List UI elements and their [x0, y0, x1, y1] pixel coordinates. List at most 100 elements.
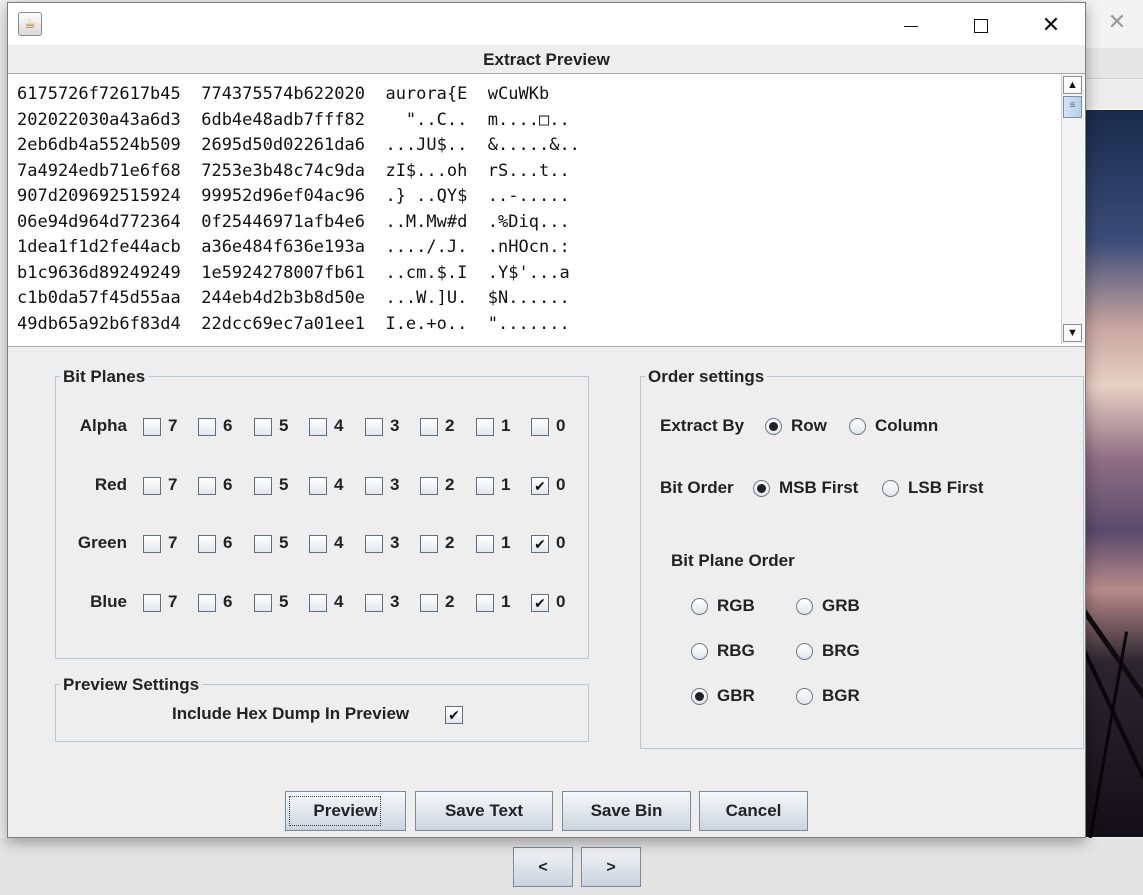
blue-bit-5-checkbox[interactable] — [254, 594, 272, 612]
red-bit-2-checkbox[interactable] — [420, 477, 438, 495]
order-bgr-label[interactable]: BGR — [822, 686, 860, 706]
green-bit-4-label[interactable]: 4 — [334, 533, 343, 553]
save-text-button[interactable]: Save Text — [415, 791, 553, 831]
blue-bit-7-checkbox[interactable] — [143, 594, 161, 612]
alpha-bit-6-label[interactable]: 6 — [223, 416, 232, 436]
order-rbg-label[interactable]: RBG — [717, 641, 755, 661]
scroll-thumb[interactable]: ≡ — [1063, 96, 1082, 118]
red-bit-0-checkbox[interactable]: ✔ — [531, 477, 549, 495]
alpha-bit-5-checkbox[interactable] — [254, 418, 272, 436]
blue-bit-3-checkbox[interactable] — [365, 594, 383, 612]
green-bit-0-label[interactable]: 0 — [556, 533, 565, 553]
alpha-bit-4-label[interactable]: 4 — [334, 416, 343, 436]
msb-first-radio[interactable] — [753, 480, 770, 497]
green-bit-0-checkbox[interactable]: ✔ — [531, 535, 549, 553]
blue-bit-0-checkbox[interactable]: ✔ — [531, 594, 549, 612]
maximize-icon[interactable] — [958, 11, 1004, 39]
green-bit-2-checkbox[interactable] — [420, 535, 438, 553]
alpha-bit-3-label[interactable]: 3 — [390, 416, 399, 436]
preview-button[interactable]: Preview — [285, 791, 406, 831]
alpha-bit-2-label[interactable]: 2 — [445, 416, 454, 436]
blue-bit-1-label[interactable]: 1 — [501, 592, 510, 612]
green-bit-1-label[interactable]: 1 — [501, 533, 510, 553]
order-rgb-label[interactable]: RGB — [717, 596, 755, 616]
preview-text-area[interactable]: 6175726f72617b45 774375574b622020 aurora… — [8, 73, 1085, 347]
green-bit-7-checkbox[interactable] — [143, 535, 161, 553]
blue-bit-2-label[interactable]: 2 — [445, 592, 454, 612]
order-gbr-radio[interactable] — [691, 688, 708, 705]
preview-scrollbar[interactable]: ▲ ≡ ▼ — [1061, 74, 1084, 344]
blue-bit-1-checkbox[interactable] — [476, 594, 494, 612]
extract-by-row-label[interactable]: Row — [791, 416, 827, 436]
extract-by-column-radio[interactable] — [849, 418, 866, 435]
alpha-bit-0-label[interactable]: 0 — [556, 416, 565, 436]
alpha-bit-5-label[interactable]: 5 — [279, 416, 288, 436]
blue-bit-5-label[interactable]: 5 — [279, 592, 288, 612]
java-cup-icon[interactable]: ☕ — [18, 12, 42, 36]
blue-bit-2-checkbox[interactable] — [420, 594, 438, 612]
red-bit-6-label[interactable]: 6 — [223, 475, 232, 495]
red-bit-2-label[interactable]: 2 — [445, 475, 454, 495]
msb-first-label[interactable]: MSB First — [779, 478, 858, 498]
scroll-down-icon[interactable]: ▼ — [1063, 324, 1082, 342]
order-bgr-radio[interactable] — [796, 688, 813, 705]
red-bit-7-checkbox[interactable] — [143, 477, 161, 495]
blue-bit-4-label[interactable]: 4 — [334, 592, 343, 612]
green-bit-7-label[interactable]: 7 — [168, 533, 177, 553]
red-bit-5-label[interactable]: 5 — [279, 475, 288, 495]
red-bit-1-checkbox[interactable] — [476, 477, 494, 495]
alpha-bit-2-checkbox[interactable] — [420, 418, 438, 436]
green-bit-2-label[interactable]: 2 — [445, 533, 454, 553]
alpha-bit-4-checkbox[interactable] — [309, 418, 327, 436]
order-rgb-radio[interactable] — [691, 598, 708, 615]
red-bit-7-label[interactable]: 7 — [168, 475, 177, 495]
scroll-up-icon[interactable]: ▲ — [1063, 76, 1082, 94]
blue-bit-6-checkbox[interactable] — [198, 594, 216, 612]
next-button[interactable]: > — [581, 847, 641, 887]
red-bit-3-checkbox[interactable] — [365, 477, 383, 495]
cancel-button[interactable]: Cancel — [699, 791, 808, 831]
green-bit-3-checkbox[interactable] — [365, 535, 383, 553]
order-grb-radio[interactable] — [796, 598, 813, 615]
alpha-bit-3-checkbox[interactable] — [365, 418, 383, 436]
green-bit-6-label[interactable]: 6 — [223, 533, 232, 553]
alpha-bit-0-checkbox[interactable] — [531, 418, 549, 436]
blue-bit-6-label[interactable]: 6 — [223, 592, 232, 612]
green-bit-3-label[interactable]: 3 — [390, 533, 399, 553]
order-gbr-label[interactable]: GBR — [717, 686, 755, 706]
blue-bit-3-label[interactable]: 3 — [390, 592, 399, 612]
previous-button[interactable]: < — [513, 847, 573, 887]
alpha-bit-1-label[interactable]: 1 — [501, 416, 510, 436]
background-close-icon[interactable]: ✕ — [1105, 10, 1129, 34]
alpha-bit-6-checkbox[interactable] — [198, 418, 216, 436]
red-bit-3-label[interactable]: 3 — [390, 475, 399, 495]
red-bit-6-checkbox[interactable] — [198, 477, 216, 495]
close-icon[interactable]: ✕ — [1028, 11, 1074, 39]
red-bit-0-label[interactable]: 0 — [556, 475, 565, 495]
green-bit-5-checkbox[interactable] — [254, 535, 272, 553]
extract-by-column-label[interactable]: Column — [875, 416, 938, 436]
alpha-bit-7-checkbox[interactable] — [143, 418, 161, 436]
lsb-first-radio[interactable] — [882, 480, 899, 497]
lsb-first-label[interactable]: LSB First — [908, 478, 984, 498]
alpha-bit-1-checkbox[interactable] — [476, 418, 494, 436]
green-bit-5-label[interactable]: 5 — [279, 533, 288, 553]
blue-bit-4-checkbox[interactable] — [309, 594, 327, 612]
blue-bit-0-label[interactable]: 0 — [556, 592, 565, 612]
save-bin-button[interactable]: Save Bin — [562, 791, 691, 831]
blue-bit-7-label[interactable]: 7 — [168, 592, 177, 612]
minimize-icon[interactable] — [888, 11, 934, 39]
hex-dump-checkbox[interactable]: ✔ — [445, 706, 463, 724]
green-bit-6-checkbox[interactable] — [198, 535, 216, 553]
green-bit-1-checkbox[interactable] — [476, 535, 494, 553]
red-bit-4-label[interactable]: 4 — [334, 475, 343, 495]
order-grb-label[interactable]: GRB — [822, 596, 860, 616]
red-bit-4-checkbox[interactable] — [309, 477, 327, 495]
green-bit-4-checkbox[interactable] — [309, 535, 327, 553]
alpha-bit-7-label[interactable]: 7 — [168, 416, 177, 436]
red-bit-1-label[interactable]: 1 — [501, 475, 510, 495]
order-brg-label[interactable]: BRG — [822, 641, 860, 661]
order-brg-radio[interactable] — [796, 643, 813, 660]
red-bit-5-checkbox[interactable] — [254, 477, 272, 495]
extract-by-row-radio[interactable] — [765, 418, 782, 435]
